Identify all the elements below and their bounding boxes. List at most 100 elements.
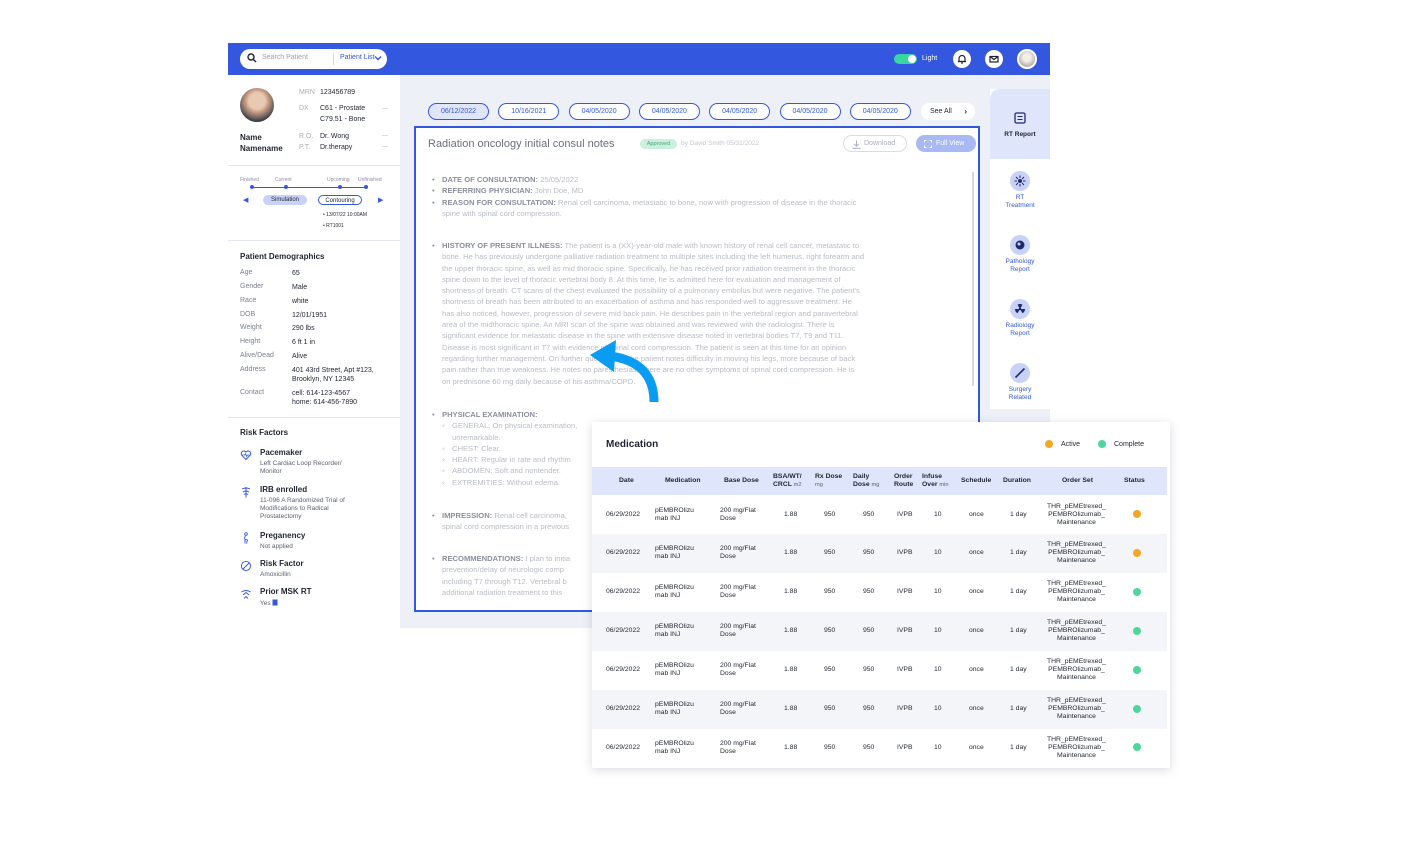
timeline-code: • RT1001: [323, 223, 344, 229]
download-label: Download: [864, 140, 896, 147]
col-bsa[interactable]: BSA/WT/CRCL m2: [773, 467, 802, 495]
rail-rt-report[interactable]: RT Report: [990, 108, 1050, 139]
table-cell: 1.88: [784, 705, 798, 712]
timeline-step-contouring[interactable]: Contouring: [318, 195, 362, 205]
rail-surgery-related[interactable]: Surgery Related: [990, 363, 1050, 402]
see-all-button[interactable]: See All ›: [921, 103, 975, 120]
col-status[interactable]: Status: [1124, 467, 1145, 495]
col-duration[interactable]: Duration: [1003, 467, 1031, 495]
col-daily-dose[interactable]: Daily Dose mg: [853, 467, 879, 495]
caduceus-icon: [241, 487, 251, 498]
table-cell: 950: [824, 666, 836, 674]
date-tab[interactable]: 10/16/2021: [498, 103, 560, 120]
divider: [228, 417, 400, 418]
rail-radiology-report[interactable]: Radiology Report: [990, 299, 1050, 338]
rail-pathology-report[interactable]: Pathology Report: [990, 235, 1050, 274]
table-row[interactable]: 06/29/2022 pEMBROlizu mab INJ 200 mg/Flat Do…: [592, 728, 1167, 767]
table-cell: pEMBROlizu mab INJ: [655, 506, 694, 522]
table-cell: 1 day: [1010, 549, 1027, 557]
full-view-label: Full View: [936, 140, 965, 147]
download-button[interactable]: Download: [843, 135, 907, 152]
table-cell: once: [969, 666, 984, 674]
ro-label: R.O.: [299, 133, 314, 140]
table-cell: 950: [824, 627, 836, 635]
table-cell: 950: [863, 588, 875, 596]
table-row[interactable]: 06/29/2022 pEMBROlizu mab INJ 200 mg/Flat Do…: [592, 495, 1167, 534]
chevron-down-icon[interactable]: [374, 54, 382, 62]
dx-label: DX: [299, 105, 309, 112]
col-order-set[interactable]: Order Set: [1062, 467, 1093, 495]
col-medication[interactable]: Medication: [665, 467, 701, 495]
table-cell: 950: [824, 549, 836, 557]
table-cell: once: [969, 743, 984, 751]
table-cell: 950: [863, 705, 875, 712]
table-cell: THR_pEMEtrexed_ PEMBROlizumab_ Maintenance: [1047, 697, 1106, 720]
document-icon[interactable]: [272, 599, 278, 606]
table-cell: 06/29/2022: [606, 666, 641, 674]
table-cell: pEMBROlizu mab INJ: [655, 739, 694, 755]
pathology-icon: [1015, 240, 1025, 250]
table-cell: 1.88: [784, 627, 798, 635]
messages-button[interactable]: [985, 50, 1003, 68]
table-row[interactable]: 06/29/2022 pEMBROlizu mab INJ 200 mg/Flat Do…: [592, 533, 1167, 573]
table-cell: once: [969, 549, 984, 557]
ro-more-button[interactable]: ...: [382, 131, 388, 138]
date-tab[interactable]: 04/05/2020: [849, 103, 911, 120]
search-input[interactable]: Search Patient: [262, 54, 308, 61]
theme-toggle[interactable]: [894, 54, 917, 64]
table-row[interactable]: 06/29/2022 pEMBROlizu mab INJ 200 mg/Flat Do…: [592, 689, 1167, 729]
table-row[interactable]: 06/29/2022 pEMBROlizu mab INJ 200 mg/Flat Do…: [592, 611, 1167, 651]
user-avatar[interactable]: [1017, 49, 1037, 69]
table-row[interactable]: 06/29/2022 pEMBROlizu mab INJ 200 mg/Flat Do…: [592, 651, 1167, 690]
date-tab[interactable]: 04/05/2020: [638, 103, 700, 120]
risk-prior-rt-detail: Yes: [260, 599, 390, 608]
pt-more-button[interactable]: ...: [382, 142, 388, 149]
demographic-value: 12/01/1951: [292, 312, 328, 319]
date-tab[interactable]: 06/12/2022: [428, 103, 489, 120]
table-cell: 200 mg/Flat Dose: [720, 623, 756, 639]
patient-list-dropdown[interactable]: Patient List: [340, 54, 375, 61]
table-cell: 10: [934, 705, 942, 712]
timeline-next-button[interactable]: ▶: [378, 196, 383, 204]
notes-header-block: • DATE OF CONSULTATION: 25/05/2022 • REFER…: [432, 175, 857, 218]
medication-table-header: Date Medication Base Dose BSA/WT/CRCL m2…: [592, 467, 1167, 495]
risk-irb-detail: 11-096 A Randomized Trial of Modification…: [260, 497, 345, 520]
date-tab[interactable]: 04/05/2020: [709, 103, 771, 120]
col-order-route[interactable]: Order Route: [894, 467, 913, 495]
demographic-label: Weight: [240, 324, 262, 331]
col-base-dose[interactable]: Base Dose: [724, 467, 759, 495]
table-cell: 950: [824, 743, 836, 751]
table-row[interactable]: 06/29/2022 pEMBROlizu mab INJ 200 mg/Flat Do…: [592, 573, 1167, 612]
demographic-value: Alive: [292, 353, 308, 360]
table-cell: 1.88: [784, 743, 798, 751]
timeline-node: [250, 185, 254, 189]
demographic-label: Contact: [240, 389, 265, 396]
col-date[interactable]: Date: [619, 467, 634, 495]
demographic-value: 401 43rd Street, Apt #123, Brooklyn, NY 1…: [292, 367, 374, 383]
table-cell: 1.88: [784, 549, 798, 557]
table-cell: 06/29/2022: [606, 549, 641, 557]
timeline-step-simulation[interactable]: Simulation: [263, 195, 307, 205]
col-infuse-over[interactable]: Infuse Over min: [922, 467, 949, 495]
legend-complete-dot: [1098, 440, 1106, 448]
col-rx-dose[interactable]: Rx Dose mg: [815, 467, 842, 495]
search-bar[interactable]: Search Patient Patient List: [240, 49, 387, 69]
table-cell: 1 day: [1010, 588, 1027, 596]
rail-rt-treatment[interactable]: RT Treatment: [990, 171, 1050, 210]
notes-scrollbar[interactable]: [972, 172, 974, 386]
full-view-button[interactable]: Full View: [916, 135, 976, 152]
timeline-finished: Finished: [240, 177, 259, 183]
table-cell: 1 day: [1010, 627, 1027, 635]
medication-title: Medication: [606, 439, 659, 450]
date-tab[interactable]: 04/05/2020: [568, 103, 630, 120]
risk-irb-title: IRB enrolled: [260, 485, 308, 494]
table-cell: IVPB: [897, 705, 913, 712]
col-schedule[interactable]: Schedule: [961, 467, 991, 495]
divider: [228, 240, 400, 241]
table-cell: 200 mg/Flat Dose: [720, 662, 756, 678]
timeline-prev-button[interactable]: ◀: [243, 196, 248, 204]
notification-button[interactable]: [953, 50, 971, 68]
date-tab[interactable]: 04/05/2020: [779, 103, 841, 120]
risk-factor-title: Risk Factor: [260, 559, 304, 568]
dx-more-button[interactable]: ...: [382, 104, 388, 111]
